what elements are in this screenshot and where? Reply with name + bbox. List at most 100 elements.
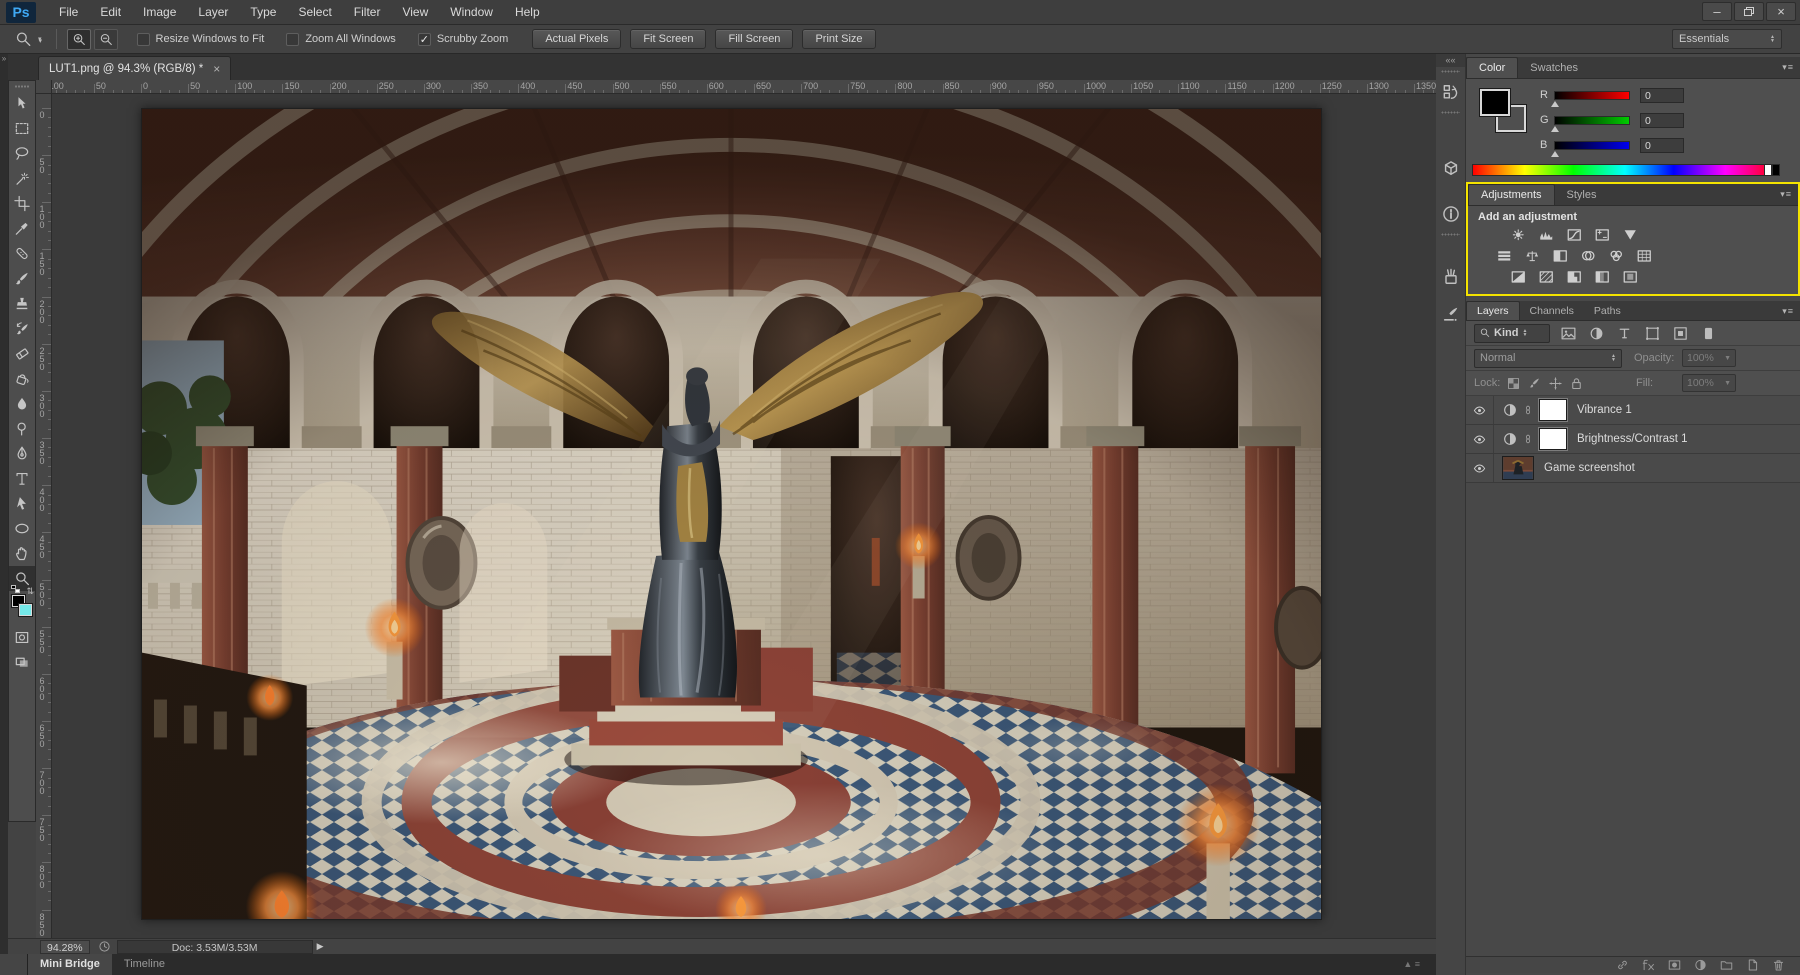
layer-visibility-toggle[interactable]	[1466, 396, 1494, 424]
adjustments-tab-styles[interactable]: Styles	[1555, 185, 1609, 205]
filter-filter-switch-icon[interactable]	[1699, 325, 1718, 342]
spectrum-white-swatch[interactable]	[1764, 164, 1772, 176]
default-colors-icon[interactable]	[11, 585, 20, 593]
marquee-tool[interactable]	[9, 116, 35, 141]
blur-tool[interactable]	[9, 391, 35, 416]
lock-all-icon[interactable]	[1569, 376, 1584, 391]
color-spectrum-ramp[interactable]	[1472, 164, 1778, 176]
layers-tab-paths[interactable]: Paths	[1584, 302, 1631, 320]
filter-pixel-layers-icon[interactable]	[1559, 325, 1578, 342]
kind-filter-dropdown[interactable]: Kind ▲▼	[1474, 324, 1550, 343]
gradient-map-adjustment-icon[interactable]	[1592, 270, 1614, 288]
channel-value-field[interactable]: 0	[1640, 113, 1684, 128]
move-tool[interactable]	[9, 91, 35, 116]
canvas-area[interactable]	[52, 94, 1436, 938]
spectrum-black-swatch[interactable]	[1772, 164, 1780, 176]
threshold-adjustment-icon[interactable]	[1564, 270, 1586, 288]
checkbox-resize-windows-to-fit[interactable]: Resize Windows to Fit	[137, 33, 265, 46]
lock-transparent-icon[interactable]	[1506, 376, 1521, 391]
menu-layer[interactable]: Layer	[187, 1, 239, 23]
curves-adjustment-icon[interactable]	[1564, 228, 1586, 246]
collapse-panels-icon[interactable]: ««	[1436, 54, 1465, 67]
slider-thumb-icon[interactable]	[1551, 101, 1559, 107]
checkbox-box[interactable]	[286, 33, 299, 46]
photo-filter-adjustment-icon[interactable]	[1578, 249, 1600, 267]
quick-mask-button[interactable]	[9, 625, 35, 650]
panel-grip[interactable]	[15, 83, 29, 90]
info-icon[interactable]	[1440, 203, 1462, 225]
checkbox-scrubby-zoom[interactable]: ✓Scrubby Zoom	[418, 33, 509, 46]
panel-grip[interactable]	[1441, 70, 1460, 75]
blend-mode-dropdown[interactable]: Normal ▲▼	[1474, 349, 1622, 368]
panel-menu-icon[interactable]: ▾≡	[1782, 62, 1794, 73]
color-tab-color[interactable]: Color	[1466, 57, 1518, 78]
fit-screen-button[interactable]: Fit Screen	[630, 29, 706, 49]
close-button[interactable]: ×	[1766, 2, 1796, 21]
canvas-image[interactable]	[141, 108, 1322, 920]
slider-thumb-icon[interactable]	[1551, 151, 1559, 157]
menu-view[interactable]: View	[391, 1, 439, 23]
layer-mask-thumbnail[interactable]	[1539, 428, 1567, 450]
mask-link-icon[interactable]	[1523, 430, 1533, 448]
channel-slider[interactable]	[1554, 141, 1630, 150]
layer-row[interactable]: Brightness/Contrast 1	[1466, 425, 1800, 454]
brush-tool[interactable]	[9, 266, 35, 291]
panel-grip-icon[interactable]: ▲ ≡	[1403, 959, 1420, 969]
layer-visibility-toggle[interactable]	[1466, 425, 1494, 453]
color-tab-swatches[interactable]: Swatches	[1518, 58, 1590, 78]
hand-tool[interactable]	[9, 541, 35, 566]
black-white-adjustment-icon[interactable]	[1550, 249, 1572, 267]
filter-shape-layers-icon[interactable]	[1643, 325, 1662, 342]
zoom-in-button[interactable]	[67, 29, 91, 50]
zoom-level-field[interactable]: 94.28%	[40, 940, 90, 954]
menu-filter[interactable]: Filter	[343, 1, 392, 23]
levels-adjustment-icon[interactable]	[1536, 228, 1558, 246]
color-lookup-adjustment-icon[interactable]	[1634, 249, 1656, 267]
path-select-tool[interactable]	[9, 491, 35, 516]
panel-grip[interactable]	[1441, 233, 1460, 238]
actual-pixels-button[interactable]: Actual Pixels	[532, 29, 621, 49]
invert-adjustment-icon[interactable]	[1508, 270, 1530, 288]
healing-brush-tool[interactable]	[9, 241, 35, 266]
menu-edit[interactable]: Edit	[89, 1, 132, 23]
menu-help[interactable]: Help	[504, 1, 551, 23]
filter-adjustment-layers-icon[interactable]	[1587, 325, 1606, 342]
selective-color-adjustment-icon[interactable]	[1620, 270, 1642, 288]
minimize-button[interactable]: –	[1702, 2, 1732, 21]
group-icon[interactable]	[1719, 958, 1734, 972]
close-tab-icon[interactable]: ×	[213, 62, 220, 76]
menu-image[interactable]: Image	[132, 1, 187, 23]
channel-mixer-adjustment-icon[interactable]	[1606, 249, 1628, 267]
crop-tool[interactable]	[9, 191, 35, 216]
dodge-tool[interactable]	[9, 416, 35, 441]
ruler-corner[interactable]	[36, 80, 52, 94]
eraser-tool[interactable]	[9, 341, 35, 366]
adjustments-tab-adjustments[interactable]: Adjustments	[1468, 184, 1555, 205]
panel-menu-icon[interactable]: ▾≡	[1780, 189, 1792, 200]
opacity-dropdown[interactable]: 100%▼	[1682, 349, 1736, 367]
channel-value-field[interactable]: 0	[1640, 88, 1684, 103]
lock-pixels-icon[interactable]	[1527, 376, 1542, 391]
menu-window[interactable]: Window	[439, 1, 504, 23]
eyedropper-tool[interactable]	[9, 216, 35, 241]
screen-mode-button[interactable]	[9, 650, 35, 675]
layer-row[interactable]: Game screenshot	[1466, 454, 1800, 483]
expand-icon[interactable]: »	[2, 54, 6, 63]
layer-visibility-toggle[interactable]	[1466, 454, 1494, 482]
fill-screen-button[interactable]: Fill Screen	[715, 29, 793, 49]
paint-bucket-tool[interactable]	[9, 366, 35, 391]
type-tool[interactable]	[9, 466, 35, 491]
hue-saturation-adjustment-icon[interactable]	[1494, 249, 1516, 267]
new-layer-icon[interactable]	[1745, 958, 1760, 972]
clone-stamp-tool[interactable]	[9, 291, 35, 316]
color-balance-adjustment-icon[interactable]	[1522, 249, 1544, 267]
layer-row[interactable]: Vibrance 1	[1466, 396, 1800, 425]
doc-size-field[interactable]: Doc: 3.53M/3.53M	[117, 940, 313, 954]
zoom-out-button[interactable]	[94, 29, 118, 50]
delete-icon[interactable]	[1771, 958, 1786, 972]
document-tab[interactable]: LUT1.png @ 94.3% (RGB/8) * ×	[38, 56, 231, 80]
mask-link-icon[interactable]	[1523, 401, 1533, 419]
background-color-swatch[interactable]	[19, 604, 32, 616]
fill-dropdown[interactable]: 100%▼	[1682, 374, 1736, 392]
print-size-button[interactable]: Print Size	[802, 29, 875, 49]
